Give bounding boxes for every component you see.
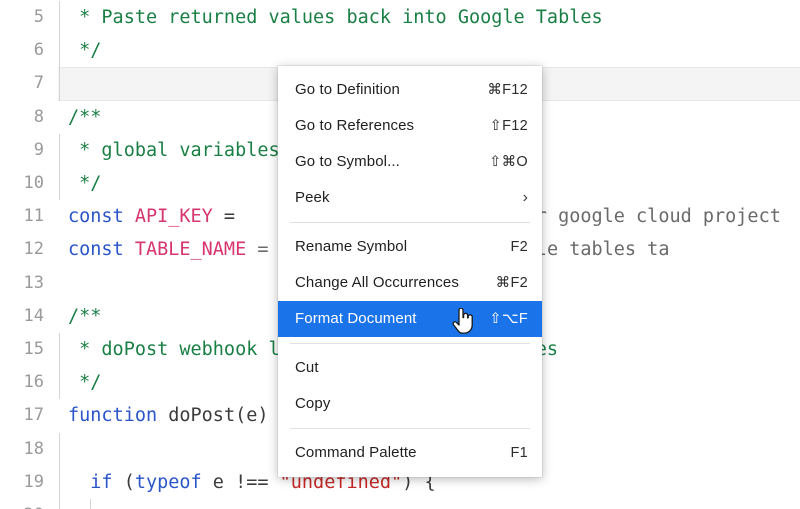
code-token-keyword: if [90,471,124,493]
indent-guide [59,167,60,201]
menu-item-label: Go to Symbol... [295,153,400,170]
code-token-keyword: const [68,239,135,261]
indent-guide [59,67,60,101]
menu-item-shortcut: ⇧F12 [489,118,528,134]
line-number: 17 [23,405,44,426]
code-line-text: */ [68,34,101,67]
menu-item-label: Change All Occurrences [295,274,459,291]
line-number: 18 [23,438,44,459]
menu-item-label: Format Document [295,310,417,327]
menu-item-shortcut: F2 [510,239,528,255]
code-token-comment: * global variables [68,139,280,161]
code-line-text: * global variables [68,134,280,167]
menu-item-label: Go to Definition [295,81,400,98]
indent-guide [59,366,60,400]
menu-item-rename-symbol[interactable]: Rename Symbol F2 [278,229,542,265]
menu-item-label: Copy [295,395,331,412]
line-number: 5 [33,7,44,27]
line-number: 9 [33,139,44,160]
menu-item-shortcut: ⇧⌘O [489,154,528,170]
code-line[interactable]: 5 * Paste returned values back into Goog… [0,1,800,35]
code-token-plain: e !== [201,471,280,493]
indent-guide [59,34,60,68]
indent-guide [90,499,91,509]
code-token-identifier: TABLE_NAME [134,239,247,261]
menu-item-shortcut: F1 [510,445,528,461]
code-token-keyword: typeof [134,471,202,493]
code-line-text: */ [68,167,101,200]
line-number: 20 [0,499,44,509]
menu-item-label: Go to References [295,117,415,134]
menu-item-shortcut: ⌘F12 [487,82,528,98]
code-token-keyword: function [68,405,169,427]
indent-guide [59,333,60,367]
menu-item-label: Cut [295,359,319,376]
code-token-plain: ( [123,471,135,493]
code-line-text: function doPost(e) { [68,399,291,432]
menu-item-command-palette[interactable]: Command Palette F1 [278,435,542,471]
indent-guide [59,465,60,499]
menu-separator [290,343,530,344]
menu-item-label: Command Palette [295,444,417,461]
code-token-comment: */ [68,40,102,62]
chevron-right-icon: › [522,189,528,206]
menu-item-format-document[interactable]: Format Document ⇧⌥F [278,301,542,337]
code-token-comment: * Paste returned values back into Google… [68,7,603,28]
menu-item-peek[interactable]: Peek › [278,180,542,216]
editor-context-menu[interactable]: Go to Definition ⌘F12 Go to References ⇧F12… [278,66,542,477]
line-number: 15 [23,339,44,359]
menu-separator [290,222,530,223]
code-line-text: */ [68,366,101,399]
code-token-keyword: const [68,206,135,228]
code-token-comment: /** [68,305,102,327]
line-number: 16 [23,372,44,393]
line-number: 6 [33,40,44,61]
line-number: 11 [23,206,44,227]
code-line[interactable]: 20 [0,499,800,509]
line-number: 7 [33,73,44,94]
menu-item-cut[interactable]: Cut [278,350,542,386]
menu-item-label: Peek [295,189,330,206]
line-number: 12 [23,239,44,260]
code-token-comment: /** [68,106,102,128]
line-number: 8 [33,106,44,127]
code-line[interactable]: 6 */ [0,34,800,68]
indent-guide [59,499,60,509]
code-line-text: /** [68,101,101,134]
code-token-plain: = [212,206,247,228]
line-number: 19 [23,471,44,492]
menu-item-go-to-references[interactable]: Go to References ⇧F12 [278,108,542,144]
indent-guide [59,133,60,167]
menu-separator [290,428,530,429]
line-number: 10 [23,173,44,193]
menu-item-go-to-definition[interactable]: Go to Definition ⌘F12 [278,72,542,108]
indent-guide [59,432,60,466]
menu-item-label: Rename Symbol [295,238,408,255]
code-token-comment: */ [68,173,102,194]
menu-item-go-to-symbol[interactable]: Go to Symbol... ⇧⌘O [278,144,542,180]
code-line-text: /** [68,300,101,333]
menu-item-shortcut: ⇧⌥F [489,311,528,327]
code-token-comment: */ [68,372,102,394]
menu-item-shortcut: ⌘F2 [495,275,528,291]
line-number: 14 [23,305,44,326]
code-token-plain: doPost [168,405,236,427]
menu-item-copy[interactable]: Copy [278,386,542,422]
code-line-text: * Paste returned values back into Google… [68,1,603,34]
menu-item-change-all-occurrences[interactable]: Change All Occurrences ⌘F2 [278,265,542,301]
line-number: 13 [23,272,44,293]
code-token-identifier: API_KEY [134,206,213,228]
indent-guide [59,1,60,35]
